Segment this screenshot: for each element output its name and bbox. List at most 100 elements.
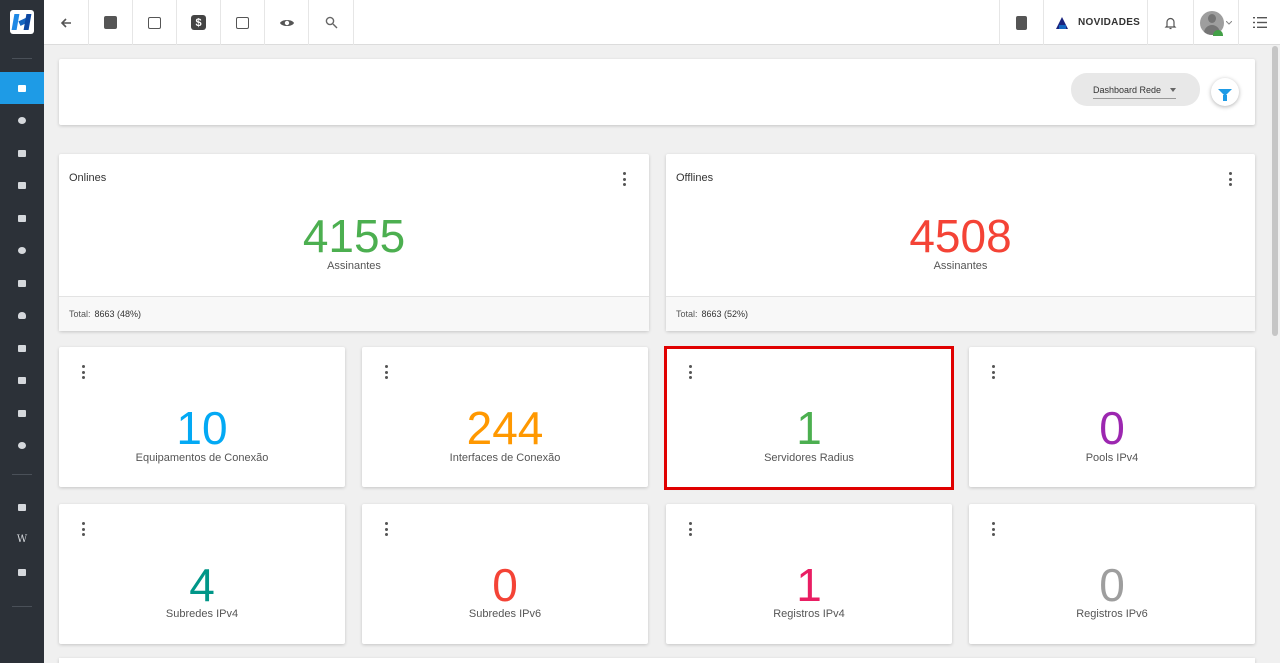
- metric-card-equipamentos: 10 Equipamentos de Conexão: [59, 347, 345, 487]
- metric-card-servidores-radius: 1 Servidores Radius: [666, 347, 952, 487]
- dashboard-select[interactable]: Dashboard Rede: [1071, 73, 1200, 106]
- metric-value: 0: [1099, 402, 1125, 454]
- finance-button[interactable]: $: [177, 0, 221, 45]
- more-options-icon[interactable]: [384, 365, 388, 379]
- novidades-label: NOVIDADES: [1078, 17, 1141, 28]
- total-label: Total:: [69, 309, 91, 319]
- sidebar-item-dashboard[interactable]: [0, 72, 44, 104]
- menu-list-button[interactable]: [1238, 0, 1280, 45]
- calendar-clock-icon: [148, 16, 161, 29]
- view-button[interactable]: [265, 0, 309, 45]
- metric-card-registros-ipv4: 1 Registros IPv4: [666, 504, 952, 644]
- more-options-icon[interactable]: [81, 365, 85, 379]
- sidebar-item-palette[interactable]: [0, 104, 44, 136]
- sidebar-item-wiki[interactable]: W: [0, 523, 44, 555]
- terminal-button[interactable]: [221, 0, 265, 45]
- metric-label: Pools IPv4: [1085, 452, 1139, 464]
- more-options-icon[interactable]: [384, 522, 388, 536]
- metric-value: 244: [466, 402, 544, 454]
- arrow-left-icon: [60, 17, 71, 28]
- sidebar-item-finance[interactable]: [0, 267, 44, 299]
- more-options-icon[interactable]: [1228, 172, 1232, 186]
- total-value: 8663 (48%): [94, 309, 142, 319]
- user-menu-button[interactable]: [1193, 0, 1238, 45]
- notifications-button[interactable]: [1147, 0, 1193, 45]
- contact-icon: [18, 149, 26, 157]
- sidebar: W: [0, 0, 44, 663]
- metric-card-subredes-ipv4: 4 Subredes IPv4: [59, 504, 345, 644]
- more-options-icon[interactable]: [991, 522, 995, 536]
- metric-card-pools-ipv4: 0 Pools IPv4: [969, 347, 1255, 487]
- total-label: Total:: [676, 309, 698, 319]
- calendar-clock-icon: [18, 214, 26, 222]
- metric-card-interfaces: 244 Interfaces de Conexão: [362, 347, 648, 487]
- bell-icon: [1164, 17, 1177, 29]
- eye-icon: [279, 19, 294, 26]
- filter-button[interactable]: [1211, 78, 1239, 106]
- novidades-button[interactable]: NOVIDADES: [1043, 0, 1147, 45]
- contact-card-icon: [104, 16, 117, 29]
- metric-card-registros-ipv6: 0 Registros IPv6: [969, 504, 1255, 644]
- video-icon: [18, 503, 26, 511]
- metric-label: Registros IPv4: [773, 608, 845, 620]
- onlines-card: Onlines 4155 Assinantes Total: 8663 (48%…: [59, 154, 649, 331]
- sidebar-item-board[interactable]: [0, 169, 44, 201]
- card-title: Offlines: [676, 172, 714, 184]
- more-options-icon[interactable]: [81, 522, 85, 536]
- pdf-button[interactable]: [999, 0, 1043, 45]
- palette-icon: [18, 116, 26, 124]
- metric-value: 0: [492, 559, 518, 611]
- list-icon: [18, 344, 26, 352]
- offlines-label: Assinantes: [933, 260, 988, 272]
- board-icon: [18, 181, 26, 189]
- wiki-icon: W: [16, 533, 28, 545]
- next-card-edge: [59, 658, 1255, 663]
- sidebar-item-map[interactable]: [0, 299, 44, 331]
- card-footer: Total: 8663 (48%): [59, 296, 649, 331]
- sidebar-divider: [12, 474, 32, 475]
- onlines-value: 4155: [302, 210, 406, 262]
- contacts-button[interactable]: [89, 0, 133, 45]
- sidebar-item-list[interactable]: [0, 332, 44, 364]
- metric-label: Subredes IPv4: [165, 608, 239, 620]
- sidebar-divider: [12, 58, 32, 59]
- search-button[interactable]: [309, 0, 354, 45]
- metric-label: Equipamentos de Conexão: [135, 452, 269, 464]
- chat-icon: [18, 568, 26, 576]
- box-icon: [18, 246, 26, 254]
- caret-down-icon: [1170, 88, 1176, 92]
- dashboard-icon: [18, 84, 26, 92]
- metric-label: Servidores Radius: [764, 452, 854, 464]
- card-title: Onlines: [69, 172, 107, 184]
- sidebar-item-settings[interactable]: [0, 429, 44, 461]
- more-options-icon[interactable]: [991, 365, 995, 379]
- more-options-icon[interactable]: [688, 365, 692, 379]
- scrollbar-thumb[interactable]: [1272, 46, 1278, 336]
- schedule-button[interactable]: [133, 0, 177, 45]
- sidebar-item-documents[interactable]: [0, 397, 44, 429]
- more-options-icon[interactable]: [622, 172, 626, 186]
- metric-value: 1: [796, 559, 822, 611]
- more-options-icon[interactable]: [688, 522, 692, 536]
- metric-value: 10: [176, 402, 228, 454]
- gear-icon: [18, 441, 26, 449]
- sidebar-item-contacts[interactable]: [0, 137, 44, 169]
- app-logo[interactable]: [10, 10, 34, 34]
- offlines-value: 4508: [909, 210, 1012, 262]
- network-icon: [18, 376, 26, 384]
- sidebar-item-video[interactable]: [0, 491, 44, 523]
- sidebar-item-chat[interactable]: [0, 556, 44, 588]
- back-button[interactable]: [44, 0, 89, 45]
- announcement-icon: [1056, 16, 1068, 29]
- dashboard-select-value: Dashboard Rede: [1093, 84, 1162, 95]
- chevron-down-icon: [1226, 20, 1232, 25]
- metric-value: 4: [189, 559, 215, 611]
- sidebar-item-network[interactable]: [0, 364, 44, 396]
- dollar-icon: $: [191, 15, 206, 30]
- sidebar-item-schedule[interactable]: [0, 202, 44, 234]
- document-icon: [18, 409, 26, 417]
- sidebar-item-inventory[interactable]: [0, 234, 44, 266]
- metric-label: Interfaces de Conexão: [449, 452, 561, 464]
- metric-label: Registros IPv6: [1076, 608, 1148, 620]
- onlines-label: Assinantes: [327, 260, 381, 272]
